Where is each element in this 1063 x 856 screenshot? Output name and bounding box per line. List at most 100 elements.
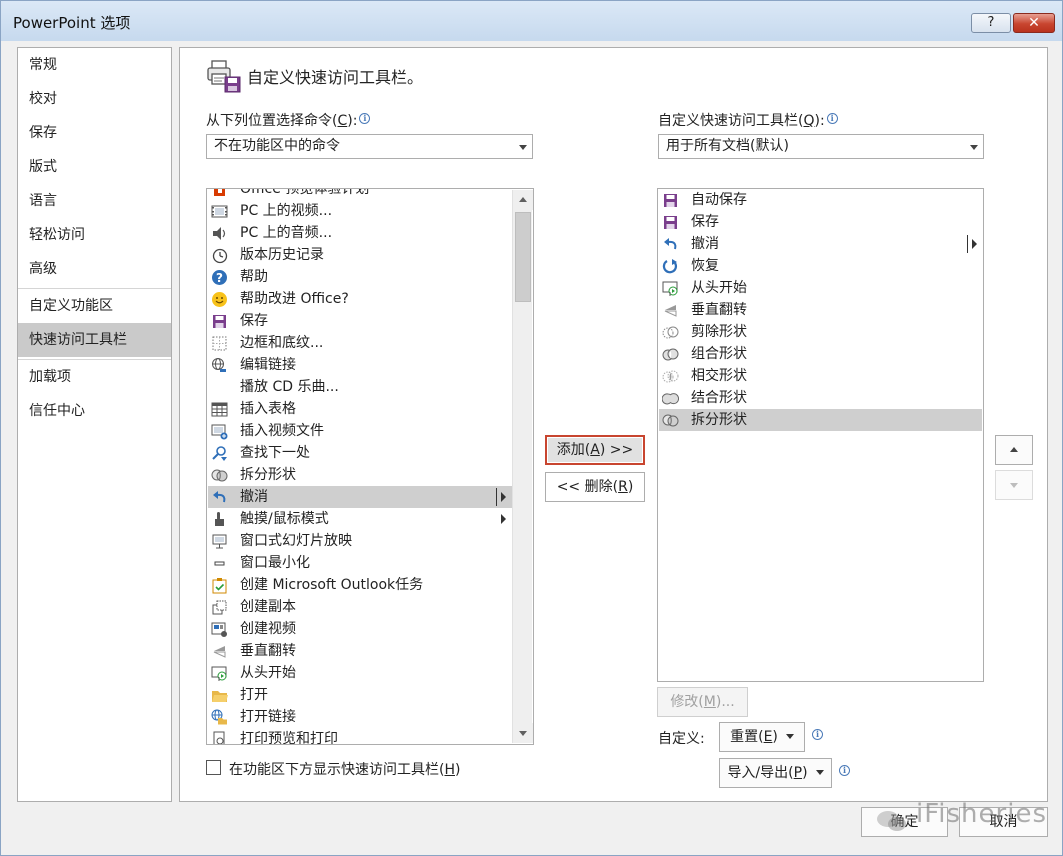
sidebar-item-add-ins[interactable]: 加载项 — [18, 360, 171, 394]
info-icon[interactable]: i — [826, 113, 838, 124]
toolbar-item[interactable]: 从头开始 — [659, 277, 982, 299]
command-item-label: 插入表格 — [240, 401, 296, 417]
title-bar[interactable]: PowerPoint 选项 ? ✕ — [1, 1, 1062, 41]
sidebar-item-customize-ribbon[interactable]: 自定义功能区 — [18, 289, 171, 323]
command-item[interactable]: 插入表格 — [208, 398, 512, 420]
import-export-button[interactable]: 导入/导出(P) — [719, 758, 832, 788]
split-shapes-icon — [662, 412, 679, 429]
chevron-down-icon — [519, 145, 527, 150]
info-icon[interactable]: i — [812, 729, 823, 740]
command-item[interactable]: 边框和底纹... — [208, 332, 512, 354]
command-item[interactable]: 保存 — [208, 310, 512, 332]
move-up-button[interactable] — [995, 435, 1033, 465]
show-below-ribbon-checkbox[interactable] — [206, 760, 221, 775]
sidebar-item-quick-access-toolbar[interactable]: 快速访问工具栏 — [18, 323, 171, 357]
toolbar-commands-list[interactable]: 自动保存保存撤消 恢复 从头开始 垂直翻转 剪除形状 组合形状 相交形状 结合形状拆分形状 — [657, 188, 984, 682]
reset-button[interactable]: 重置(E) — [719, 722, 805, 752]
info-icon[interactable]: i — [359, 113, 371, 124]
toolbar-item[interactable]: 结合形状 — [659, 387, 982, 409]
sidebar-item-language[interactable]: 语言 — [18, 184, 171, 218]
command-item[interactable]: 编辑链接 — [208, 354, 512, 376]
command-item[interactable]: PC 上的音频... — [208, 222, 512, 244]
toolbar-item[interactable]: 自动保存 — [659, 189, 982, 211]
sidebar-item-advanced[interactable]: 高级 — [18, 252, 171, 286]
toolbar-item[interactable]: 相交形状 — [659, 365, 982, 387]
choose-commands-dropdown[interactable]: 不在功能区中的命令 — [206, 134, 533, 159]
remove-button[interactable]: << 删除(R) — [545, 472, 645, 502]
sidebar-item-layout[interactable]: 版式 — [18, 150, 171, 184]
command-item-label: 保存 — [240, 313, 268, 329]
command-item[interactable]: 窗口式幻灯片放映 — [208, 530, 512, 552]
command-item[interactable]: 撤消 — [208, 486, 512, 508]
sidebar-item-trust-center[interactable]: 信任中心 — [18, 394, 171, 428]
command-item-label: 边框和底纹... — [240, 335, 324, 351]
add-button[interactable]: 添加(A) >> — [545, 435, 645, 465]
toolbar-item[interactable]: 组合形状 — [659, 343, 982, 365]
page-title: 自定义快速访问工具栏。 — [247, 68, 424, 87]
save-icon — [211, 313, 228, 330]
info-icon[interactable]: i — [839, 765, 850, 776]
split-shapes-icon — [211, 467, 228, 484]
toolbar-item[interactable]: 保存 — [659, 211, 982, 233]
command-item[interactable]: 窗口最小化 — [208, 552, 512, 574]
command-item[interactable]: 触摸/鼠标模式 — [208, 508, 512, 530]
union-shapes-icon — [661, 390, 680, 407]
chevron-down-icon — [815, 770, 824, 775]
command-item[interactable]: 版本历史记录 — [208, 244, 512, 266]
toolbar-item[interactable]: 剪除形状 — [659, 321, 982, 343]
modify-button[interactable]: 修改(M)... — [657, 687, 748, 717]
sidebar-item-proofing[interactable]: 校对 — [18, 82, 171, 116]
command-item[interactable]: 拆分形状 — [208, 464, 512, 486]
scroll-down-button[interactable] — [513, 723, 533, 743]
show-below-ribbon-label[interactable]: 在功能区下方显示快速访问工具栏(H) — [229, 759, 460, 779]
command-item[interactable]: 创建副本 — [208, 596, 512, 618]
toolbar-item[interactable]: 垂直翻转 — [659, 299, 982, 321]
sidebar-item-general[interactable]: 常规 — [18, 48, 171, 82]
command-item-label: 查找下一处 — [240, 445, 310, 461]
command-item-label: 版本历史记录 — [240, 247, 324, 263]
available-commands-list[interactable]: Office 预览体验计划 PC 上的视频... PC 上的音频... 版本历史记录?… — [206, 188, 534, 745]
separator — [967, 235, 968, 253]
toolbar-scope-dropdown[interactable]: 用于所有文档(默认) — [658, 134, 984, 159]
command-item[interactable]: 插入视频文件 — [208, 420, 512, 442]
command-item-label: 编辑链接 — [240, 357, 296, 373]
intersect-shapes-icon — [662, 368, 679, 385]
command-item[interactable]: 打开链接 — [208, 706, 512, 728]
scroll-up-button[interactable] — [513, 190, 533, 210]
wechat-icon — [877, 811, 906, 831]
svg-text:?: ? — [216, 271, 223, 285]
toolbar-item-label: 保存 — [691, 214, 719, 230]
toolbar-item-label: 拆分形状 — [691, 412, 747, 428]
sidebar-item-save[interactable]: 保存 — [18, 116, 171, 150]
find-next-icon — [211, 445, 228, 462]
command-item[interactable]: 帮助改进 Office? — [208, 288, 512, 310]
command-item[interactable]: 打印预览和打印 — [208, 728, 512, 745]
commands-scrollbar[interactable] — [512, 190, 533, 743]
command-item[interactable]: 打开 — [208, 684, 512, 706]
command-item[interactable]: 从头开始 — [208, 662, 512, 684]
command-item[interactable]: Office 预览体验计划 — [208, 189, 512, 200]
command-item[interactable]: 查找下一处 — [208, 442, 512, 464]
command-item[interactable]: 创建视频 — [208, 618, 512, 640]
toolbar-item-label: 自动保存 — [691, 192, 747, 208]
scroll-thumb[interactable] — [515, 212, 531, 302]
command-item[interactable]: 播放 CD 乐曲... — [208, 376, 512, 398]
command-item-label: 打印预览和打印 — [240, 731, 338, 745]
help-button[interactable]: ? — [971, 13, 1011, 33]
toolbar-item[interactable]: 撤消 — [659, 233, 982, 255]
close-button[interactable]: ✕ — [1013, 13, 1055, 33]
command-item-label: 打开 — [240, 687, 268, 703]
toolbar-item[interactable]: 恢复 — [659, 255, 982, 277]
dropdown-value: 不在功能区中的命令 — [214, 138, 340, 154]
command-item[interactable]: 垂直翻转 — [208, 640, 512, 662]
windowed-slideshow-icon — [211, 533, 228, 550]
arrow-down-icon — [519, 731, 527, 736]
autosave-icon — [662, 192, 679, 209]
open-link-icon — [211, 709, 228, 726]
command-item[interactable]: PC 上的视频... — [208, 200, 512, 222]
toolbar-item[interactable]: 拆分形状 — [659, 409, 982, 431]
sidebar-item-accessibility[interactable]: 轻松访问 — [18, 218, 171, 252]
move-down-button[interactable] — [995, 470, 1033, 500]
command-item[interactable]: ? 帮助 — [208, 266, 512, 288]
command-item[interactable]: 创建 Microsoft Outlook任务 — [208, 574, 512, 596]
